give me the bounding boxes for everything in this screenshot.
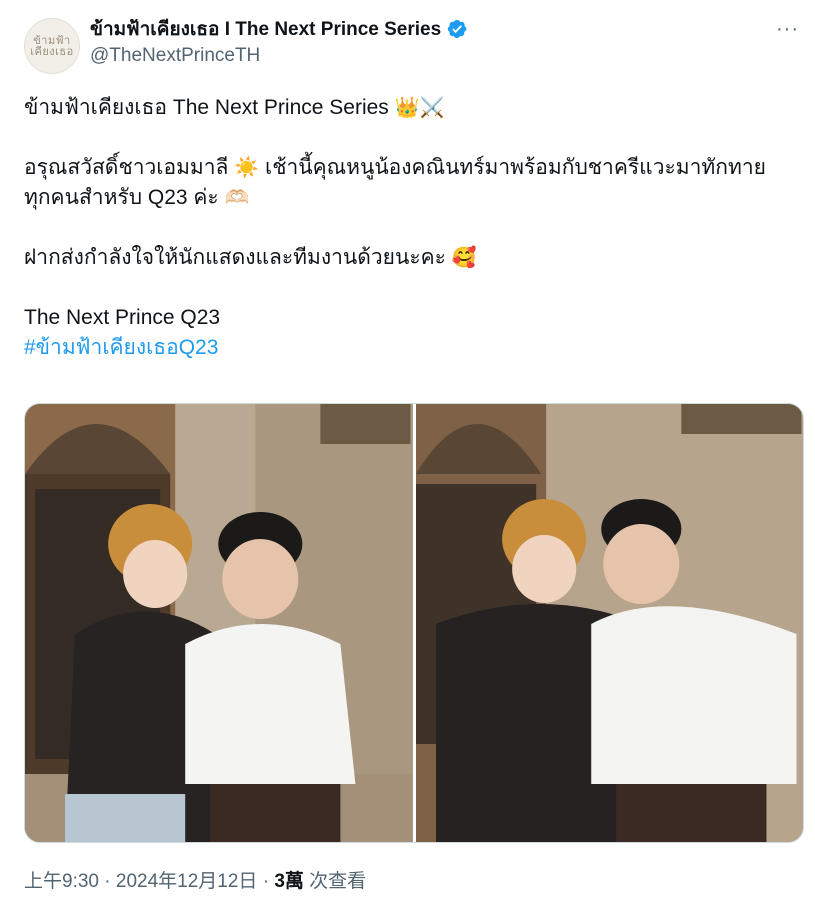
photo-1[interactable] [25, 404, 413, 842]
name-row: ข้ามฟ้าเคียงเธอ I The Next Prince Series [90, 16, 468, 42]
crown-swords-emoji: 👑⚔️ [394, 97, 445, 119]
photo-2[interactable] [415, 404, 803, 842]
more-options-icon[interactable]: ··· [776, 18, 799, 41]
avatar-logo-text: ข้ามฟ้า เคียงเธอ [30, 34, 74, 58]
sun-emoji: ☀️ [234, 157, 260, 179]
media-grid [24, 403, 804, 843]
text-line: ฝากส่งกำลังใจให้นักแสดงและทีมงานด้วยนะคะ… [24, 243, 804, 273]
text-line: ทุกคนสำหรับ Q23 ค่ะ 🫶🏻 [24, 183, 804, 213]
text-line: The Next Prince Q23 [24, 306, 221, 329]
photo-2-image [415, 404, 803, 842]
display-name[interactable]: ข้ามฟ้าเคียงเธอ I The Next Prince Series [90, 14, 441, 44]
view-count: 3萬 [274, 871, 304, 892]
post-time[interactable]: 上午9:30 [24, 871, 99, 892]
avatar[interactable]: ข้ามฟ้า เคียงเธอ [24, 18, 80, 74]
text-segment: ข้ามฟ้าเคียงเธอ The Next Prince Series [24, 96, 389, 119]
views-label: 次查看 [309, 871, 367, 892]
text-segment: อรุณสวัสดิ์ชาวเอมมาลี [24, 156, 229, 179]
heart-hands-emoji: 🫶🏻 [224, 187, 250, 209]
post-date[interactable]: 2024年12月12日 [116, 871, 258, 892]
text-segment: ฝากส่งกำลังใจให้นักแสดงและทีมงานด้วยนะคะ [24, 246, 446, 269]
tweet-text: ข้ามฟ้าเคียงเธอ The Next Prince Series 👑… [24, 93, 804, 363]
separator: · [104, 871, 111, 892]
verified-badge-icon[interactable] [446, 18, 468, 40]
hashtag-link[interactable]: #ข้ามฟ้าเคียงเธอQ23 [24, 333, 804, 363]
tweet-meta: 上午9:30 · 2024年12月12日 · 3萬 次查看 [24, 866, 366, 893]
text-segment: ทุกคนสำหรับ Q23 ค่ะ [24, 186, 219, 209]
smiling-hearts-emoji: 🥰 [451, 247, 477, 269]
text-line: อรุณสวัสดิ์ชาวเอมมาลี ☀️ เช้านี้คุณหนูน้… [24, 153, 804, 183]
text-line: ข้ามฟ้าเคียงเธอ The Next Prince Series 👑… [24, 93, 804, 123]
tweet-header: ข้ามฟ้าเคียงเธอ I The Next Prince Series… [90, 16, 468, 67]
text-segment: เช้านี้คุณหนูน้องคณินทร์มาพร้อมกับชาครีแ… [265, 156, 766, 179]
tweet: ข้ามฟ้า เคียงเธอ ข้ามฟ้าเคียงเธอ I The N… [0, 0, 815, 905]
photo-1-image [25, 404, 413, 842]
separator: · [262, 871, 270, 892]
account-handle[interactable]: @TheNextPrinceTH [90, 45, 468, 67]
